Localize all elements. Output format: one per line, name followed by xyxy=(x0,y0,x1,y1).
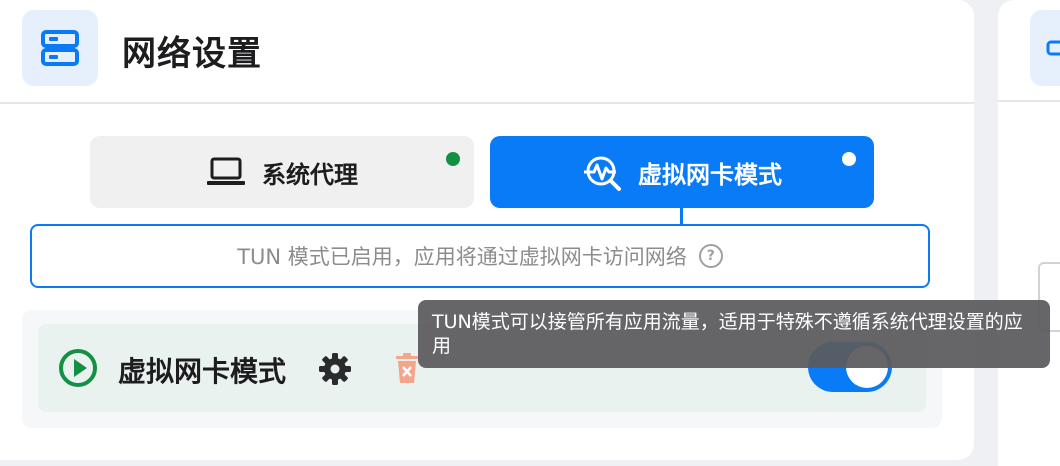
system-proxy-button[interactable]: 系统代理 xyxy=(90,136,474,208)
adjacent-card-divider xyxy=(998,100,1060,102)
gear-icon[interactable] xyxy=(318,352,352,390)
system-proxy-label: 系统代理 xyxy=(262,160,358,189)
card-icon xyxy=(1030,10,1060,86)
status-message: TUN 模式已启用，应用将通过虚拟网卡访问网络 ? xyxy=(30,224,930,288)
status-text: TUN 模式已启用，应用将通过虚拟网卡访问网络 xyxy=(237,245,687,269)
tun-mode-label: 虚拟网卡模式 xyxy=(638,160,782,189)
network-settings-card: 网络设置 系统代理 虚拟网卡模式 TUN 模式已启用，应用将通过虚拟网卡访问网络… xyxy=(0,0,974,460)
tun-mode-status-dot xyxy=(842,152,856,166)
tooltip: TUN模式可以接管所有应用流量，适用于特殊不遵循系统代理设置的应用 xyxy=(418,300,1050,368)
server-icon xyxy=(22,10,98,86)
card-header: 网络设置 xyxy=(0,0,974,104)
question-circle-icon[interactable]: ? xyxy=(698,244,723,268)
adjacent-card xyxy=(998,0,1060,466)
play-circle-icon[interactable] xyxy=(58,348,98,392)
page-title: 网络设置 xyxy=(122,34,262,74)
tun-mode-button[interactable]: 虚拟网卡模式 xyxy=(490,136,874,208)
laptop-icon xyxy=(206,152,246,192)
network-pulse-icon xyxy=(582,152,622,192)
system-proxy-status-dot xyxy=(446,152,460,166)
tun-item-label: 虚拟网卡模式 xyxy=(118,355,287,388)
